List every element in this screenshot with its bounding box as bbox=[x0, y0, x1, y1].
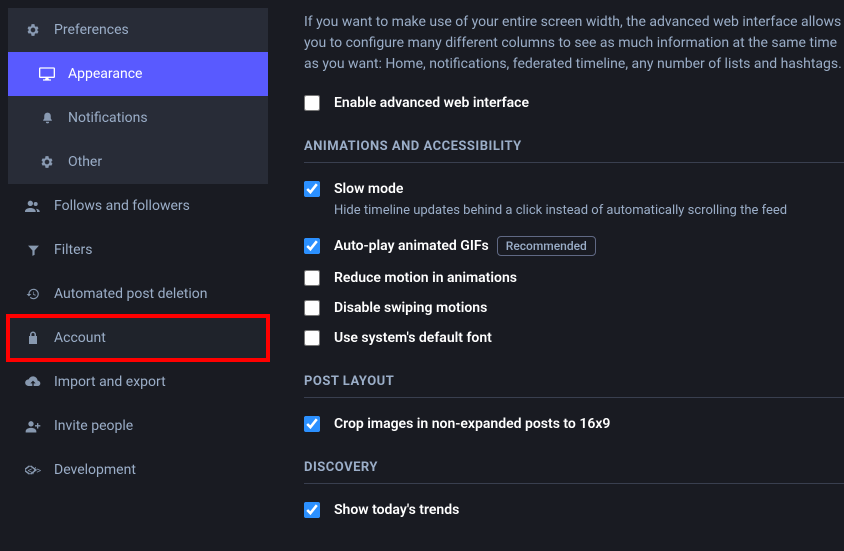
users-icon bbox=[24, 199, 42, 213]
autoplay-checkbox[interactable] bbox=[304, 238, 320, 254]
sidebar-group-preferences: Preferences Appearance Notifications Oth… bbox=[8, 8, 268, 184]
sidebar-item-account[interactable]: Account bbox=[8, 316, 268, 360]
sidebar-item-filters[interactable]: Filters bbox=[8, 228, 268, 272]
sidebar-item-automated-deletion[interactable]: Automated post deletion bbox=[8, 272, 268, 316]
code-icon: </> bbox=[24, 464, 42, 476]
setting-label: Slow mode bbox=[334, 181, 403, 197]
gear-icon bbox=[38, 155, 56, 169]
sidebar-item-label: Import and export bbox=[54, 374, 166, 390]
svg-text:</>: </> bbox=[28, 465, 41, 476]
settings-sidebar: Preferences Appearance Notifications Oth… bbox=[0, 0, 276, 551]
sidebar-item-label: Preferences bbox=[54, 22, 129, 38]
history-icon bbox=[24, 287, 42, 301]
sidebar-item-invite[interactable]: Invite people bbox=[8, 404, 268, 448]
setting-autoplay: Auto-play animated GIFs Recommended bbox=[304, 236, 844, 256]
sidebar-item-label: Notifications bbox=[68, 110, 148, 126]
settings-main: If you want to make use of your entire s… bbox=[276, 0, 844, 551]
slow-mode-hint: Hide timeline updates behind a click ins… bbox=[334, 203, 844, 218]
setting-reduce-motion: Reduce motion in animations bbox=[304, 270, 844, 286]
desktop-icon bbox=[38, 67, 56, 81]
lock-icon bbox=[24, 331, 42, 345]
trends-checkbox[interactable] bbox=[304, 502, 320, 518]
sidebar-item-label: Account bbox=[54, 330, 106, 346]
sidebar-item-label: Appearance bbox=[68, 66, 142, 82]
section-divider bbox=[304, 483, 844, 484]
section-header-discovery: DISCOVERY bbox=[304, 460, 844, 475]
setting-slow-mode: Slow mode bbox=[304, 181, 844, 197]
filter-icon bbox=[24, 244, 42, 257]
setting-label: Disable swiping motions bbox=[334, 300, 487, 316]
enable-advanced-checkbox[interactable] bbox=[304, 95, 320, 111]
intro-text: If you want to make use of your entire s… bbox=[304, 12, 844, 75]
setting-label: Show today's trends bbox=[334, 502, 459, 518]
setting-disable-swiping: Disable swiping motions bbox=[304, 300, 844, 316]
system-font-checkbox[interactable] bbox=[304, 330, 320, 346]
sidebar-item-label: Automated post deletion bbox=[54, 286, 207, 302]
setting-crop-images: Crop images in non-expanded posts to 16x… bbox=[304, 416, 844, 432]
gear-icon bbox=[24, 23, 42, 37]
setting-system-font: Use system's default font bbox=[304, 330, 844, 346]
sidebar-item-preferences[interactable]: Preferences bbox=[8, 8, 268, 52]
section-divider bbox=[304, 397, 844, 398]
section-divider bbox=[304, 162, 844, 163]
disable-swiping-checkbox[interactable] bbox=[304, 300, 320, 316]
setting-label: Crop images in non-expanded posts to 16x… bbox=[334, 416, 610, 432]
setting-label: Auto-play animated GIFs bbox=[334, 238, 489, 254]
sidebar-item-import-export[interactable]: Import and export bbox=[8, 360, 268, 404]
sidebar-item-label: Filters bbox=[54, 242, 93, 258]
setting-label: Reduce motion in animations bbox=[334, 270, 517, 286]
setting-label: Use system's default font bbox=[334, 330, 492, 346]
bell-icon bbox=[38, 111, 56, 125]
sidebar-item-label: Other bbox=[68, 154, 102, 170]
sidebar-item-other[interactable]: Other bbox=[8, 140, 268, 184]
sidebar-item-development[interactable]: </> Development bbox=[8, 448, 268, 492]
recommended-badge: Recommended bbox=[497, 236, 596, 256]
section-header-animations: ANIMATIONS AND ACCESSIBILITY bbox=[304, 139, 844, 154]
sidebar-item-notifications[interactable]: Notifications bbox=[8, 96, 268, 140]
sidebar-item-follows[interactable]: Follows and followers bbox=[8, 184, 268, 228]
section-header-post-layout: POST LAYOUT bbox=[304, 374, 844, 389]
setting-trends: Show today's trends bbox=[304, 502, 844, 518]
user-plus-icon bbox=[24, 420, 42, 433]
cloud-icon bbox=[24, 376, 42, 388]
sidebar-item-label: Development bbox=[54, 462, 136, 478]
sidebar-item-label: Follows and followers bbox=[54, 198, 190, 214]
sidebar-item-label: Invite people bbox=[54, 418, 133, 434]
setting-enable-advanced: Enable advanced web interface bbox=[304, 95, 844, 111]
reduce-motion-checkbox[interactable] bbox=[304, 270, 320, 286]
setting-label: Enable advanced web interface bbox=[334, 95, 529, 111]
sidebar-item-appearance[interactable]: Appearance bbox=[8, 52, 268, 96]
crop-images-checkbox[interactable] bbox=[304, 416, 320, 432]
slow-mode-checkbox[interactable] bbox=[304, 181, 320, 197]
